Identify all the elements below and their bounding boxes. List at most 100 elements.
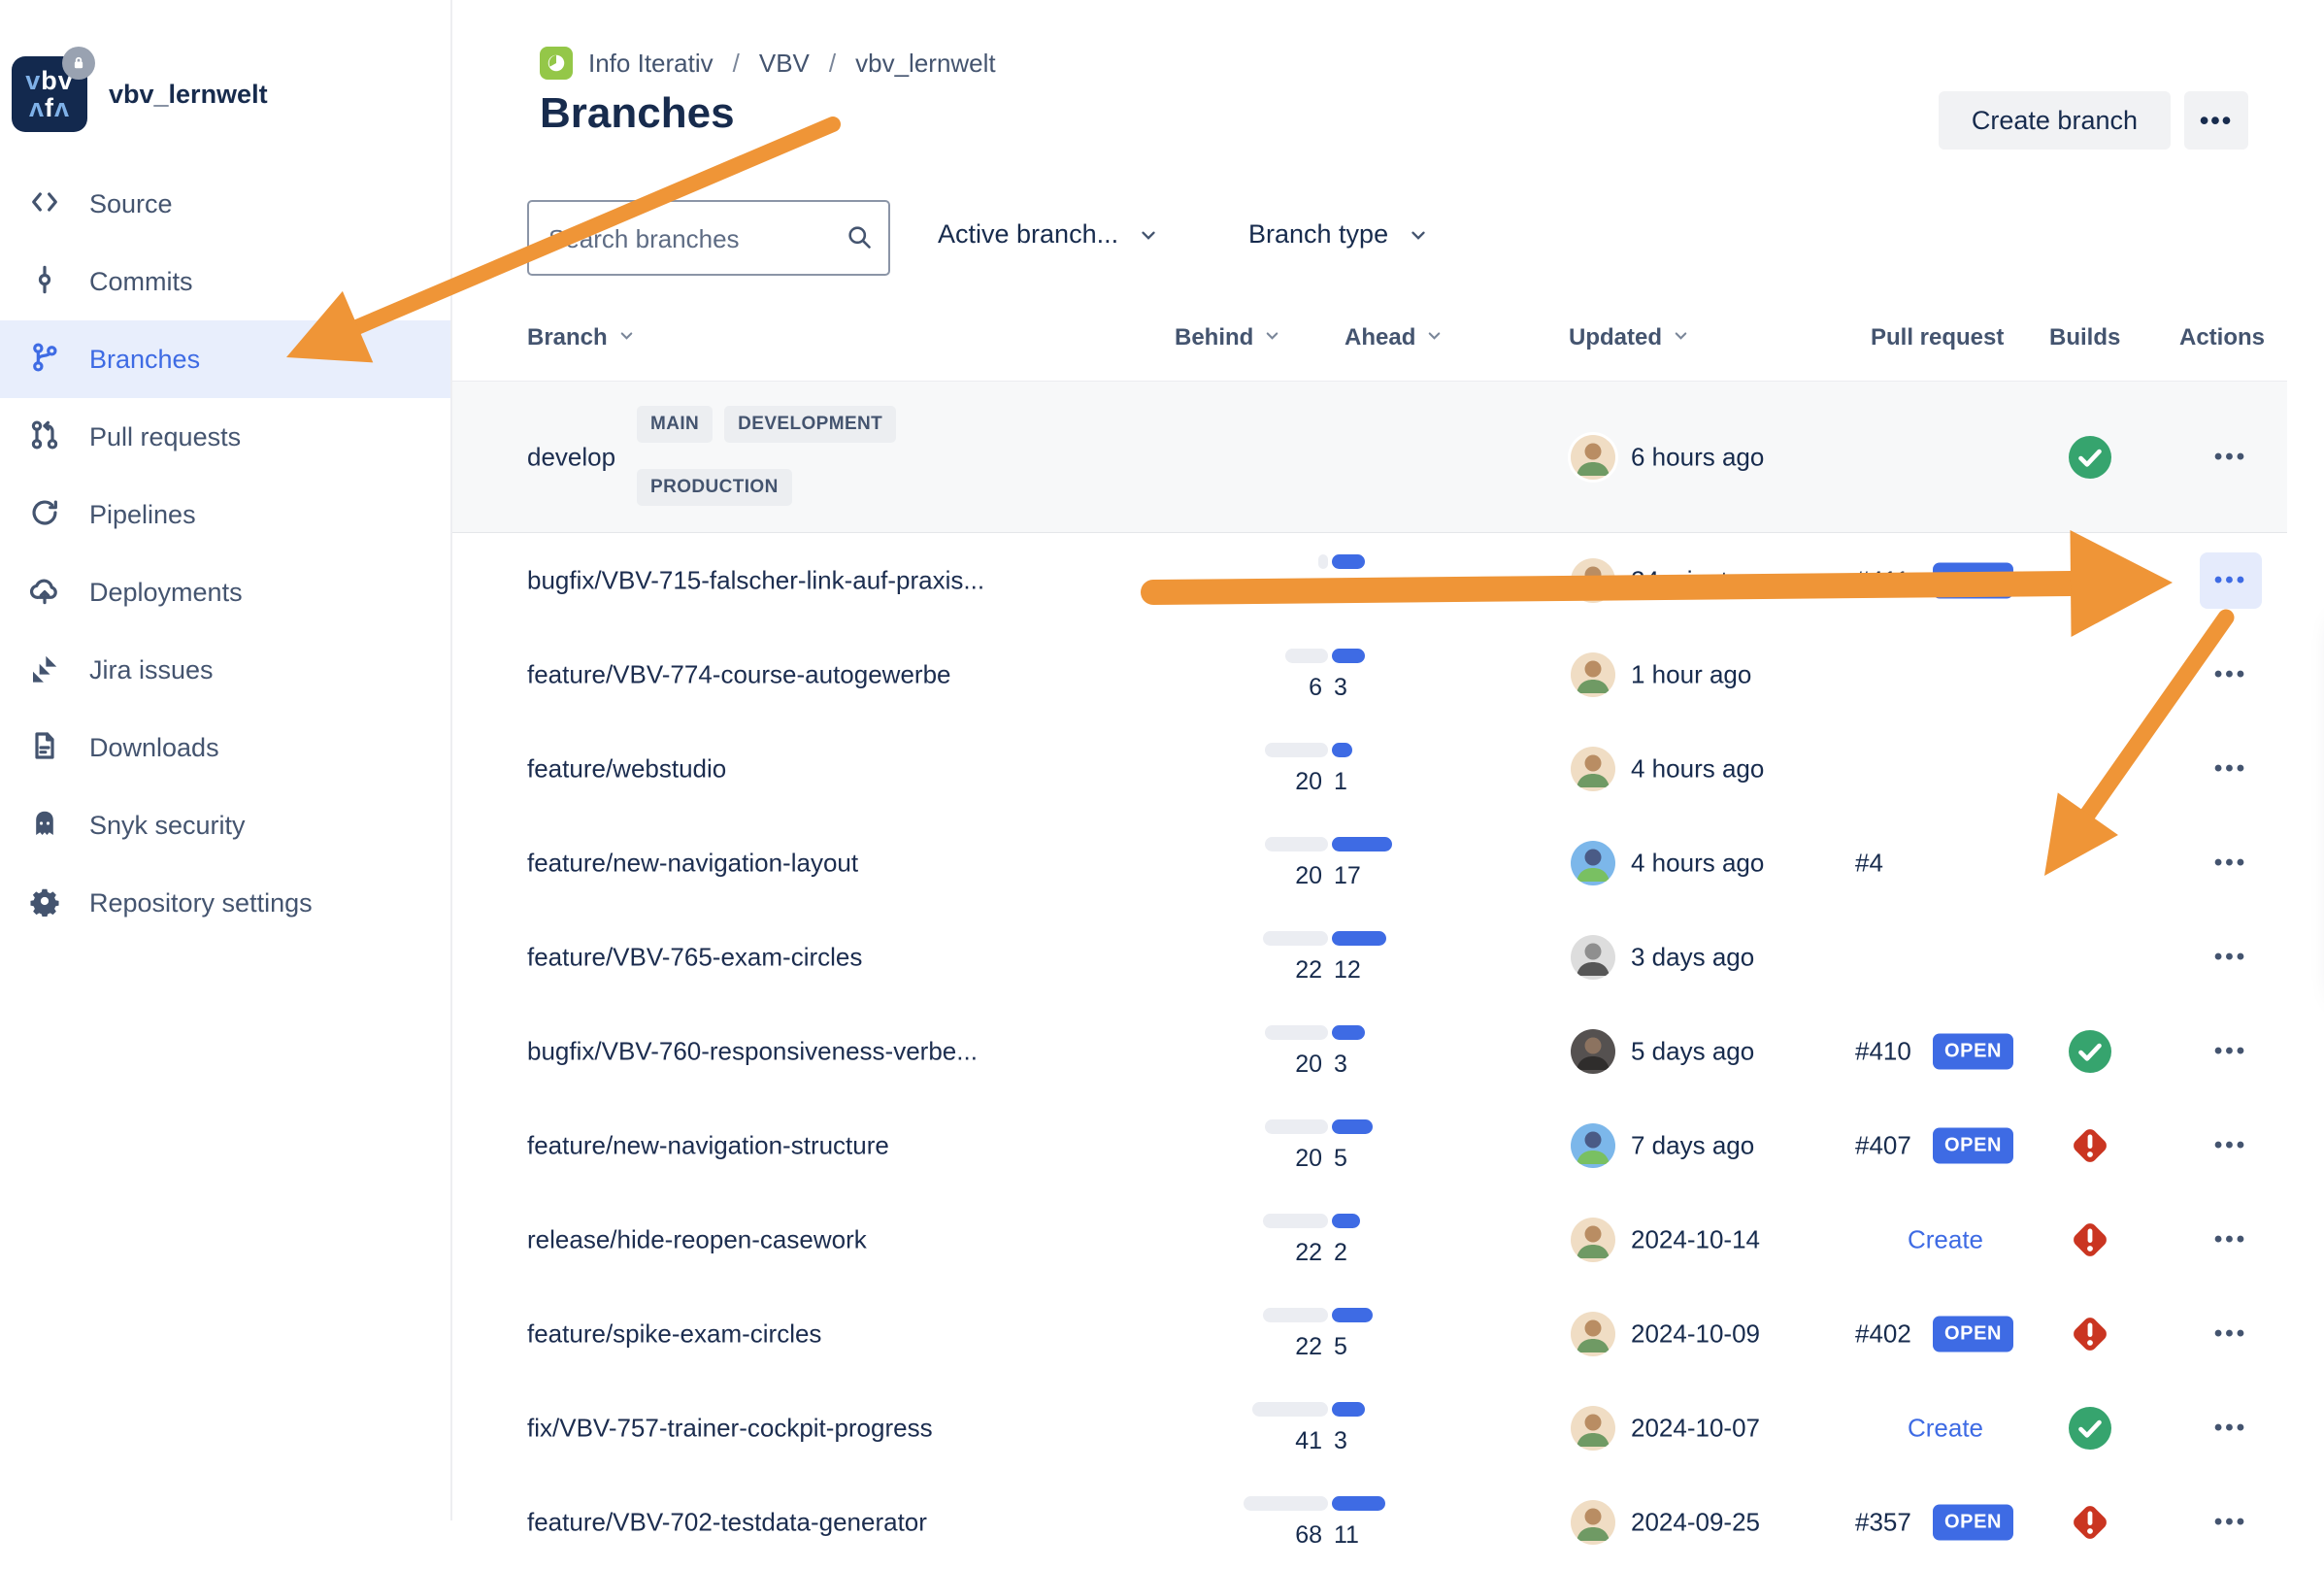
- branch-name[interactable]: feature/new-navigation-structure: [527, 1130, 889, 1160]
- page-more-button[interactable]: •••: [2184, 91, 2248, 150]
- sidebar-item-downloads[interactable]: Downloads: [0, 709, 450, 786]
- column-header-pull-request: Pull request: [1871, 324, 2004, 351]
- row-actions-button[interactable]: •••: [2171, 755, 2291, 783]
- pull-request-link[interactable]: #357: [1855, 1507, 1911, 1537]
- sidebar-item-pull-requests[interactable]: Pull requests: [0, 398, 450, 476]
- row-actions-button[interactable]: •••: [2171, 1320, 2291, 1348]
- snyk-icon: [29, 808, 60, 844]
- column-header-ahead[interactable]: Ahead: [1345, 324, 1444, 351]
- breadcrumb-workspace[interactable]: Info Iterativ: [588, 49, 714, 79]
- sidebar-item-snyk[interactable]: Snyk security: [0, 786, 450, 864]
- branch-name[interactable]: develop: [527, 442, 615, 472]
- behind-count: 22: [1213, 1239, 1322, 1267]
- ahead-count: 5: [1334, 1333, 1347, 1361]
- table-row[interactable]: feature/spike-exam-circles 22 5 2024-10-…: [452, 1286, 2287, 1381]
- behind-bar: [1252, 1402, 1328, 1417]
- behind-bar: [1265, 1119, 1328, 1134]
- pull-request-link[interactable]: #407: [1855, 1130, 1911, 1160]
- sidebar-item-pipelines[interactable]: Pipelines: [0, 476, 450, 553]
- table-row[interactable]: feature/new-navigation-layout 20 17 4 ho…: [452, 816, 2287, 910]
- branch-name[interactable]: bugfix/VBV-760-responsiveness-verbe...: [527, 1036, 978, 1066]
- build-status-success-icon[interactable]: [2068, 1029, 2112, 1074]
- row-actions-button-active[interactable]: •••: [2200, 552, 2262, 609]
- build-status-inprogress-icon[interactable]: [2068, 558, 2112, 603]
- row-actions-button[interactable]: •••: [2171, 1132, 2291, 1159]
- pr-status-badge: OPEN: [1933, 562, 2013, 598]
- create-pull-request-link[interactable]: Create: [1800, 1224, 2091, 1254]
- search-branches-input[interactable]: [547, 202, 842, 276]
- sidebar-item-jira[interactable]: Jira issues: [0, 631, 450, 709]
- create-pull-request-link[interactable]: Create: [1800, 1413, 2091, 1443]
- column-header-behind[interactable]: Behind: [1175, 324, 1281, 351]
- pull-request-link[interactable]: #410: [1855, 1036, 1911, 1066]
- pull-request-link[interactable]: #411: [1855, 565, 1909, 595]
- avatar-man-tan: [1571, 1406, 1615, 1451]
- ahead-count: 12: [1334, 956, 1361, 985]
- branch-name[interactable]: feature/VBV-774-course-autogewerbe: [527, 659, 951, 689]
- sidebar-item-branches[interactable]: Branches: [0, 320, 450, 398]
- build-status-failed-icon[interactable]: [2068, 1218, 2112, 1262]
- breadcrumb-repo[interactable]: vbv_lernwelt: [855, 49, 996, 79]
- row-actions-button[interactable]: •••: [2171, 1509, 2291, 1536]
- table-row[interactable]: bugfix/VBV-760-responsiveness-verbe... 2…: [452, 1004, 2287, 1098]
- pull-request-link[interactable]: #4: [1855, 848, 1883, 878]
- branch-name[interactable]: feature/new-navigation-layout: [527, 848, 858, 878]
- row-actions-button[interactable]: •••: [2171, 661, 2291, 688]
- branch-name[interactable]: feature/VBV-765-exam-circles: [527, 942, 862, 972]
- sidebar-item-deployments[interactable]: Deployments: [0, 553, 450, 631]
- row-actions-button[interactable]: •••: [2171, 1415, 2291, 1442]
- branch-name[interactable]: fix/VBV-757-trainer-cockpit-progress: [527, 1413, 933, 1443]
- sidebar: vbv ʌfʌ vbv_lernwelt Source CommitsBranch…: [0, 0, 452, 1520]
- updated-time: 2024-10-09: [1631, 1319, 1760, 1349]
- branch-badge: PRODUCTION: [637, 469, 792, 506]
- breadcrumb-project[interactable]: VBV: [759, 49, 810, 79]
- table-row[interactable]: fix/VBV-757-trainer-cockpit-progress 41 …: [452, 1381, 2287, 1475]
- branch-name[interactable]: feature/webstudio: [527, 753, 726, 784]
- branch-name[interactable]: feature/VBV-702-testdata-generator: [527, 1507, 927, 1537]
- table-row[interactable]: feature/new-navigation-structure 20 5 7 …: [452, 1098, 2287, 1192]
- branch-name[interactable]: feature/spike-exam-circles: [527, 1319, 821, 1349]
- build-status-success-icon[interactable]: [2068, 435, 2112, 480]
- build-status-failed-icon[interactable]: [2068, 1500, 2112, 1545]
- sort-chevron-icon: [1672, 324, 1690, 351]
- column-header-branch[interactable]: Branch: [527, 324, 636, 351]
- behind-count: 68: [1213, 1521, 1322, 1550]
- table-row[interactable]: feature/VBV-774-course-autogewerbe 6 3 1…: [452, 627, 2287, 721]
- behind-count: 20: [1213, 768, 1322, 796]
- repo-header: vbv ʌfʌ vbv_lernwelt: [12, 56, 268, 132]
- branch-name[interactable]: bugfix/VBV-715-falscher-link-auf-praxis.…: [527, 565, 984, 595]
- row-actions-button[interactable]: •••: [2171, 944, 2291, 971]
- sidebar-item-commits[interactable]: Commits: [0, 243, 450, 320]
- ahead-count: 3: [1334, 674, 1347, 702]
- sort-chevron-icon: [617, 324, 636, 351]
- ahead-count: 3: [1334, 1427, 1347, 1455]
- sidebar-item-settings[interactable]: Repository settings: [0, 864, 450, 942]
- build-status-success-icon[interactable]: [2068, 1406, 2112, 1451]
- branch-name[interactable]: release/hide-reopen-casework: [527, 1224, 867, 1254]
- develop-branch-row[interactable]: develop MAINDEVELOPMENT PRODUCTION 6 hou…: [452, 381, 2287, 533]
- build-status-failed-icon[interactable]: [2068, 1123, 2112, 1168]
- table-row[interactable]: release/hide-reopen-casework 22 2 2024-1…: [452, 1192, 2287, 1286]
- branch-type-filter[interactable]: Branch type: [1248, 219, 1429, 250]
- behind-count: 22: [1213, 956, 1322, 985]
- table-row[interactable]: feature/webstudio 20 1 4 hours ago •••: [452, 721, 2287, 816]
- row-actions-button[interactable]: •••: [2171, 444, 2291, 471]
- table-row[interactable]: feature/VBV-765-exam-circles 22 12 3 day…: [452, 910, 2287, 1004]
- active-branches-filter[interactable]: Active branch...: [938, 219, 1159, 250]
- updated-time: 4 hours ago: [1631, 753, 1764, 784]
- sidebar-item-source[interactable]: Source: [0, 165, 450, 243]
- pull-request-link[interactable]: #402: [1855, 1319, 1911, 1349]
- main-content: Info Iterativ / VBV / vbv_lernwelt Branc…: [452, 0, 2324, 1520]
- behind-count: 20: [1213, 1051, 1322, 1079]
- row-actions-button[interactable]: •••: [2171, 1226, 2291, 1253]
- row-actions-button[interactable]: •••: [2171, 1038, 2291, 1065]
- page-actions: Create branch •••: [1939, 91, 2248, 150]
- column-header-updated[interactable]: Updated: [1569, 324, 1690, 351]
- row-actions-button[interactable]: •••: [2171, 850, 2291, 877]
- build-status-failed-icon[interactable]: [2068, 1312, 2112, 1356]
- table-row[interactable]: feature/VBV-702-testdata-generator 68 11…: [452, 1475, 2287, 1569]
- create-branch-button[interactable]: Create branch: [1939, 91, 2171, 150]
- table-row[interactable]: bugfix/VBV-715-falscher-link-auf-praxis.…: [452, 533, 2287, 627]
- sidebar-item-label: Snyk security: [89, 811, 246, 841]
- sidebar-item-label: Source: [89, 189, 173, 219]
